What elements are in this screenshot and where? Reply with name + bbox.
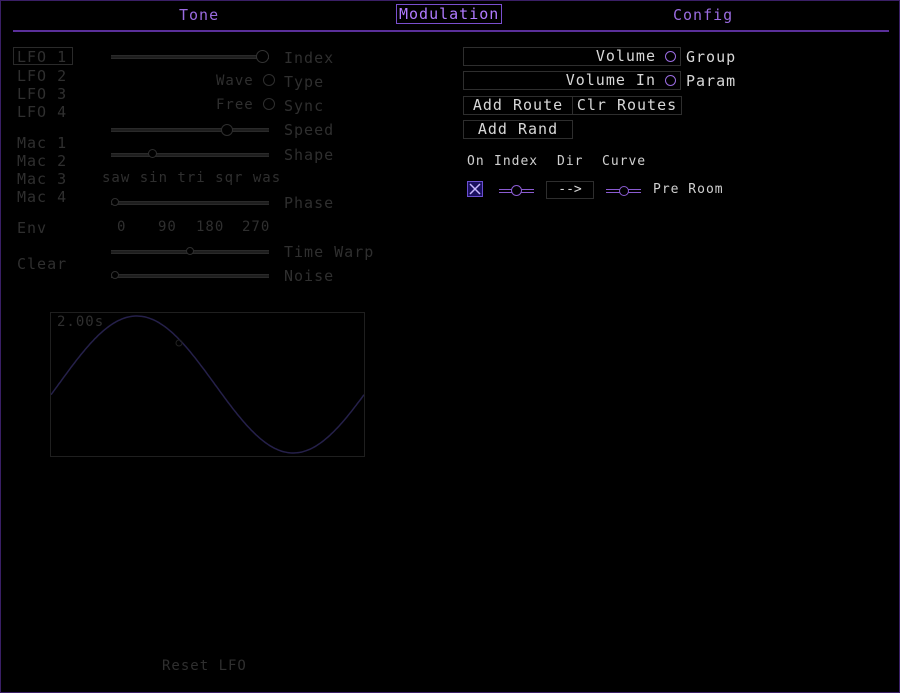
group-label: Group bbox=[686, 48, 737, 66]
route-curve-handle[interactable] bbox=[618, 186, 629, 196]
sync-label: Sync bbox=[284, 97, 325, 115]
phase-tick-0: 0 bbox=[117, 219, 127, 235]
route-direction-button[interactable]: --> bbox=[546, 181, 594, 199]
param-select-value: Volume In bbox=[565, 71, 656, 89]
route-on-checkbox[interactable] bbox=[467, 181, 483, 197]
noise-slider[interactable] bbox=[111, 274, 269, 278]
phase-tick-90: 90 bbox=[158, 219, 177, 235]
group-select[interactable]: Volume bbox=[463, 47, 681, 66]
sidebar-item-mac-4[interactable]: Mac 4 bbox=[17, 188, 67, 206]
route-index-handle[interactable] bbox=[511, 185, 522, 196]
sidebar-item-lfo-3[interactable]: LFO 3 bbox=[17, 85, 67, 103]
index-label: Index bbox=[284, 49, 335, 67]
index-slider-handle[interactable] bbox=[256, 50, 269, 63]
tab-underline bbox=[13, 30, 889, 32]
sidebar-item-lfo-2[interactable]: LFO 2 bbox=[17, 67, 67, 85]
reset-lfo-button[interactable]: Reset LFO bbox=[162, 658, 247, 674]
phase-label: Phase bbox=[284, 194, 335, 212]
noise-label: Noise bbox=[284, 267, 335, 285]
speed-label: Speed bbox=[284, 121, 335, 139]
phase-slider-handle[interactable] bbox=[111, 198, 119, 206]
tab-modulation[interactable]: Modulation bbox=[396, 4, 503, 24]
sidebar-item-env[interactable]: Env bbox=[17, 219, 47, 237]
route-header-on: On bbox=[467, 154, 485, 169]
speed-slider-handle[interactable] bbox=[220, 124, 233, 136]
group-select-value: Volume bbox=[595, 47, 656, 65]
free-value: Free bbox=[216, 97, 254, 113]
speed-slider[interactable] bbox=[111, 128, 269, 132]
route-target-label: Pre Room bbox=[653, 182, 724, 197]
check-x-icon bbox=[469, 183, 481, 195]
wave-names: saw sin tri sqr was bbox=[102, 170, 282, 186]
shape-slider[interactable] bbox=[111, 153, 269, 157]
lfo-waveform-svg bbox=[51, 315, 364, 454]
sync-knob[interactable] bbox=[263, 98, 275, 110]
shape-label: Shape bbox=[284, 146, 335, 164]
add-rand-button[interactable]: Add Rand bbox=[463, 120, 573, 139]
app-window: Tone Modulation Config LFO 1 LFO 2 LFO 3… bbox=[0, 0, 900, 693]
time-warp-label: Time Warp bbox=[284, 243, 375, 261]
lfo-waveform-graph[interactable]: 2.00s bbox=[50, 312, 365, 457]
param-radio[interactable] bbox=[665, 75, 676, 86]
lfo-waveform-curve bbox=[51, 315, 364, 454]
index-slider[interactable] bbox=[111, 55, 269, 59]
param-select[interactable]: Volume In bbox=[463, 71, 681, 90]
phase-slider[interactable] bbox=[111, 201, 269, 205]
sidebar-item-lfo-1[interactable]: LFO 1 bbox=[13, 47, 73, 66]
noise-slider-handle[interactable] bbox=[111, 271, 119, 279]
route-header-curve: Curve bbox=[602, 154, 647, 169]
type-label: Type bbox=[284, 73, 325, 91]
clear-routes-button[interactable]: Clr Routes bbox=[572, 96, 682, 115]
sidebar-item-lfo-4[interactable]: LFO 4 bbox=[17, 103, 67, 121]
add-route-button[interactable]: Add Route bbox=[463, 96, 573, 115]
time-warp-slider-handle[interactable] bbox=[186, 247, 194, 255]
phase-tick-270: 270 bbox=[242, 219, 271, 235]
route-header-index: Index bbox=[494, 154, 539, 169]
type-knob[interactable] bbox=[263, 74, 275, 86]
sidebar-item-mac-1[interactable]: Mac 1 bbox=[17, 134, 67, 152]
tab-tone[interactable]: Tone bbox=[179, 6, 219, 24]
sidebar-item-mac-3[interactable]: Mac 3 bbox=[17, 170, 67, 188]
sidebar-clear-button[interactable]: Clear bbox=[17, 255, 67, 273]
sidebar-item-mac-2[interactable]: Mac 2 bbox=[17, 152, 67, 170]
route-header-dir: Dir bbox=[557, 154, 584, 169]
lfo-period-readout: 2.00s bbox=[57, 314, 105, 330]
group-radio[interactable] bbox=[665, 51, 676, 62]
phase-tick-180: 180 bbox=[196, 219, 225, 235]
lfo-playhead-dot bbox=[175, 339, 183, 347]
param-label: Param bbox=[686, 72, 737, 90]
tab-config[interactable]: Config bbox=[673, 6, 733, 24]
wave-value: Wave bbox=[216, 73, 254, 89]
